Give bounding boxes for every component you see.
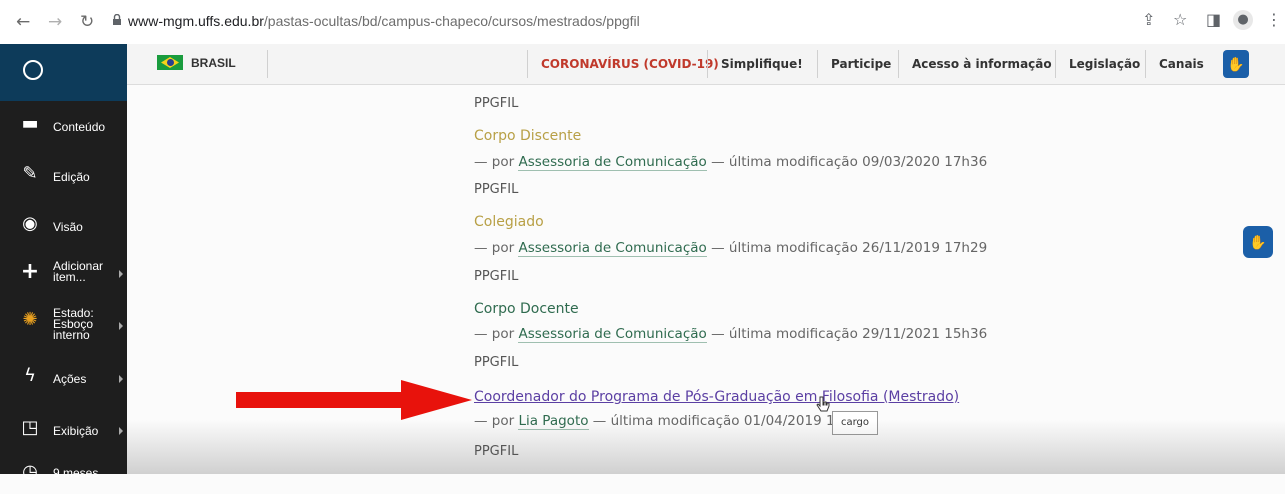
sidebar-item-label: Adicionar item...: [53, 259, 104, 284]
item-category: PPGFIL: [474, 269, 519, 284]
item-category: PPGFIL: [474, 444, 519, 459]
forward-icon[interactable]: →: [48, 12, 62, 32]
item-title-link[interactable]: Coordenador do Programa de Pós-Graduação…: [474, 389, 959, 405]
url-path: /pastas-ocultas/bd/campus-chapeco/cursos…: [263, 13, 640, 29]
vlibras-icon[interactable]: ✋: [1223, 50, 1249, 78]
gov-link-participe[interactable]: Participe: [831, 57, 891, 71]
address-bar[interactable]: www-mgm.uffs.edu.br/pastas-ocultas/bd/ca…: [128, 13, 640, 29]
sidebar-item-label: Edição: [53, 170, 90, 184]
toolbar-sidebar: ▬ Conteúdo ✎ Edição ◉ Visão + Adicionar …: [0, 44, 127, 482]
sidebar-item-edicao[interactable]: ✎ Edição: [0, 156, 127, 196]
sidebar-item-exibicao[interactable]: ◳ Exibição: [0, 410, 127, 450]
back-icon[interactable]: ←: [16, 12, 30, 32]
pencil-icon: ✎: [22, 163, 38, 184]
tooltip: cargo: [832, 411, 878, 435]
url-host: www-mgm.uffs.edu.br: [128, 13, 264, 29]
state-icon: ✺: [22, 309, 38, 330]
gov-link-simplifique[interactable]: Simplifique!: [721, 57, 803, 71]
item-meta: — por Lia Pagoto — última modificação 01…: [474, 413, 835, 430]
vlibras-floating-icon[interactable]: ✋: [1243, 226, 1273, 258]
item-title-link[interactable]: Colegiado: [474, 214, 544, 230]
sidebar-item-adicionar[interactable]: + Adicionar item...: [0, 252, 127, 292]
browser-toolbar: ← → ↻ www-mgm.uffs.edu.br/pastas-ocultas…: [0, 0, 1285, 44]
clock-icon: ◷: [22, 461, 38, 482]
sidebar-item-label: Exibição: [53, 424, 99, 438]
eye-icon: ◉: [22, 213, 38, 234]
gov-link-canais[interactable]: Canais: [1159, 57, 1204, 71]
item-title-link[interactable]: Corpo Docente: [474, 301, 579, 317]
plus-icon: +: [20, 259, 40, 284]
gov-link-covid[interactable]: CORONAVÍRUS (COVID-19): [541, 57, 719, 71]
item-category: PPGFIL: [474, 355, 519, 370]
sidepanel-icon[interactable]: ◨: [1206, 10, 1221, 29]
submenu-caret-icon: [119, 375, 123, 383]
sidebar-item-label: Visão: [53, 220, 83, 234]
lock-icon: [113, 14, 121, 25]
item-meta: — por Assessoria de Comunicação — última…: [474, 326, 988, 343]
share-icon[interactable]: ⇪: [1142, 10, 1155, 29]
folder-icon: ▬: [21, 113, 39, 134]
star-icon[interactable]: ☆: [1173, 10, 1187, 29]
reload-icon[interactable]: ↻: [80, 12, 94, 32]
profile-icon[interactable]: ●: [1233, 10, 1253, 30]
submenu-caret-icon: [119, 322, 123, 330]
gov-bar: BRASIL CORONAVÍRUS (COVID-19) Simplifiqu…: [127, 44, 1285, 85]
item-category: PPGFIL: [474, 96, 519, 111]
item-meta: — por Assessoria de Comunicação — última…: [474, 154, 988, 171]
author-link[interactable]: Lia Pagoto: [518, 413, 589, 430]
sidebar-item-label: Ações: [53, 372, 87, 386]
lightning-icon: ϟ: [24, 365, 36, 386]
item-meta: — por Assessoria de Comunicação — última…: [474, 240, 988, 257]
annotation-arrow-icon: [236, 380, 472, 420]
author-link[interactable]: Assessoria de Comunicação: [518, 240, 707, 257]
brazil-flag-icon: [157, 55, 183, 70]
submenu-caret-icon: [119, 270, 123, 278]
sidebar-item-acoes[interactable]: ϟ Ações: [0, 358, 127, 398]
brasil-link[interactable]: BRASIL: [191, 56, 236, 70]
submenu-caret-icon: [119, 427, 123, 435]
menu-icon[interactable]: ⋮: [1266, 10, 1282, 29]
sidebar-item-visao[interactable]: ◉ Visão: [0, 206, 127, 246]
author-link[interactable]: Assessoria de Comunicação: [518, 326, 707, 343]
sidebar-item-label: Conteúdo: [53, 120, 106, 134]
gov-link-legislacao[interactable]: Legislação: [1069, 57, 1140, 71]
plone-logo-area[interactable]: [0, 44, 127, 101]
plone-logo-icon: [23, 60, 43, 80]
sidebar-item-estado[interactable]: ✺ Estado: Esboço interno: [0, 298, 127, 350]
display-icon: ◳: [21, 417, 39, 438]
item-title-link[interactable]: Corpo Discente: [474, 128, 581, 144]
gov-link-acesso[interactable]: Acesso à informação: [912, 57, 1052, 71]
hand-cursor-icon: [816, 396, 830, 412]
item-category: PPGFIL: [474, 182, 519, 197]
author-link[interactable]: Assessoria de Comunicação: [518, 154, 707, 171]
sidebar-item-history[interactable]: ◷ 9 meses: [0, 454, 127, 494]
sidebar-item-label: Estado: Esboço interno: [53, 306, 94, 342]
sidebar-item-conteudo[interactable]: ▬ Conteúdo: [0, 106, 127, 146]
